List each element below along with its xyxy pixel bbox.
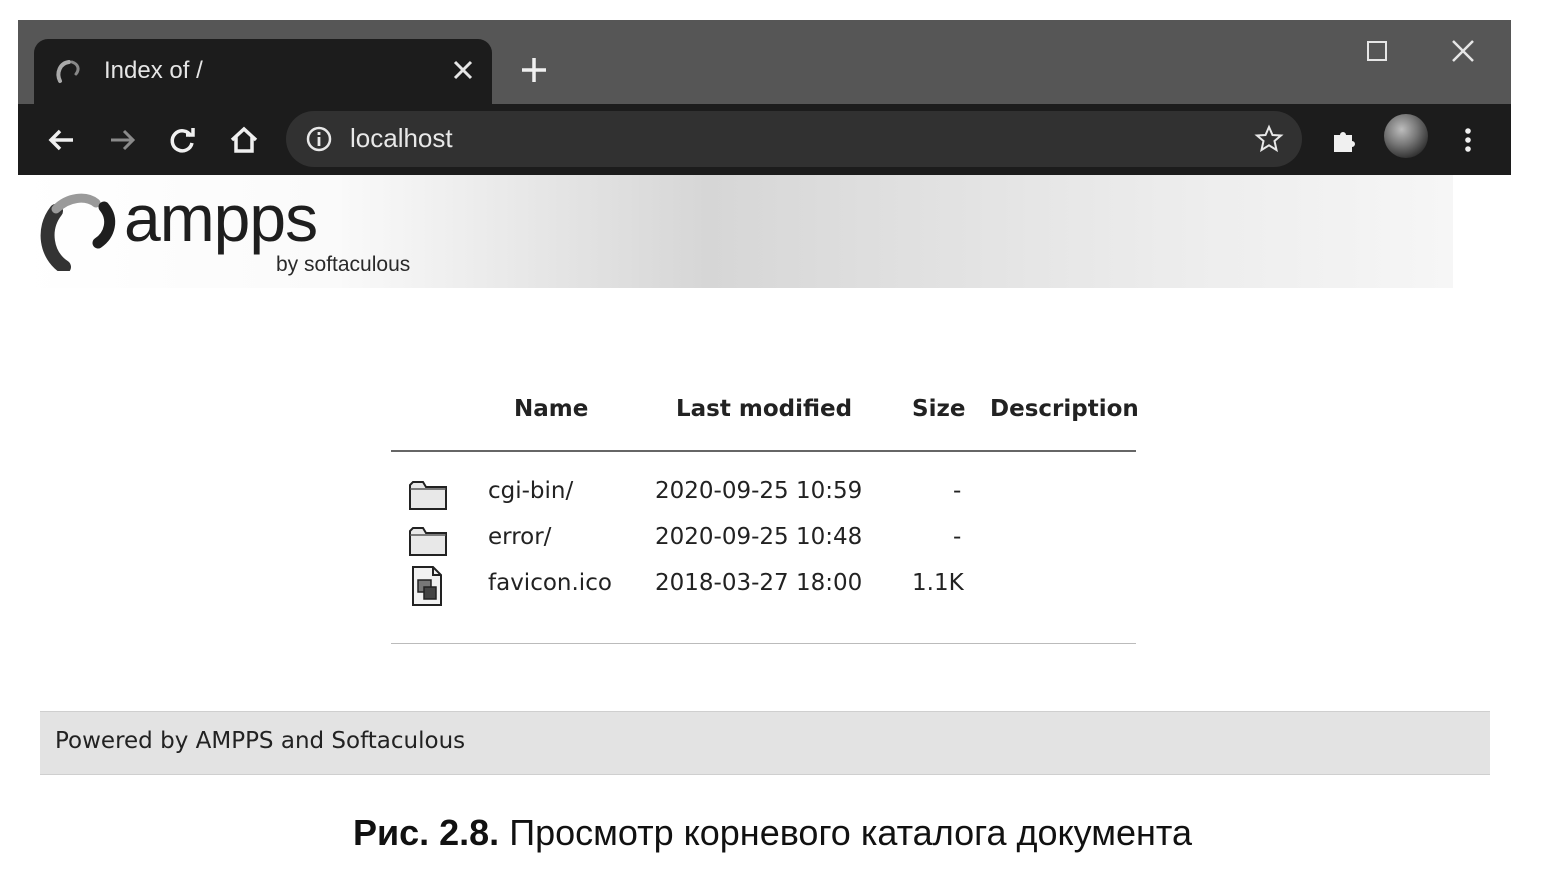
reload-icon[interactable] (166, 124, 198, 156)
header-divider (391, 450, 1136, 452)
logo-subtitle: by softaculous (276, 253, 411, 276)
forward-arrow-icon[interactable] (106, 124, 138, 156)
folder-icon (409, 527, 447, 556)
header-description[interactable]: Description (990, 396, 1139, 422)
caption-text: Просмотр корневого каталога документа (509, 812, 1193, 853)
header-name[interactable]: Name (514, 396, 588, 422)
file-name-link[interactable]: cgi-bin/ (488, 478, 573, 504)
file-name-link[interactable]: favicon.ico (488, 570, 612, 596)
caption-number: Рис. 2.8. (352, 812, 500, 853)
tab-index-of[interactable]: Index of / (34, 39, 492, 104)
page-footer: Powered by AMPPS and Softaculous (40, 711, 1490, 775)
file-name-link[interactable]: error/ (488, 524, 551, 550)
close-icon[interactable] (450, 57, 476, 83)
listing-bottom-divider (391, 643, 1136, 644)
ampps-banner: ampps by softaculous (20, 175, 1453, 288)
home-icon[interactable] (228, 124, 260, 156)
figure-caption: Рис. 2.8. Просмотр корневого каталога до… (0, 812, 1545, 854)
footer-text: Powered by AMPPS and Softaculous (55, 728, 466, 754)
star-icon[interactable] (1254, 124, 1284, 154)
kebab-menu-icon[interactable] (1452, 124, 1484, 156)
image-file-icon (412, 566, 442, 606)
folder-icon (409, 481, 447, 510)
tab-title: Index of / (104, 57, 203, 84)
browser-toolbar: localhost (18, 104, 1511, 175)
back-arrow-icon[interactable] (46, 124, 78, 156)
puzzle-icon[interactable] (1328, 124, 1360, 156)
header-size[interactable]: Size (912, 396, 965, 422)
logo-text: ampps (124, 181, 318, 255)
file-size: - (953, 524, 962, 550)
file-size: - (953, 478, 962, 504)
ampps-logo-icon (40, 193, 116, 271)
table-row: error/ 2020-09-25 10:48 - (391, 518, 1136, 562)
tab-strip: Index of / (18, 20, 1511, 104)
table-row: cgi-bin/ 2020-09-25 10:59 - (391, 472, 1136, 516)
table-row: favicon.ico 2018-03-27 18:00 1.1K (391, 564, 1136, 608)
file-modified: 2018-03-27 18:00 (655, 570, 863, 596)
url-text: localhost (350, 123, 453, 153)
address-bar[interactable]: localhost (286, 111, 1302, 167)
browser-window: Index of / localhost ampps by softaculou… (18, 20, 1511, 778)
file-modified: 2020-09-25 10:59 (655, 478, 863, 504)
header-last-modified[interactable]: Last modified (676, 396, 852, 422)
file-modified: 2020-09-25 10:48 (655, 524, 863, 550)
file-size: 1.1K (912, 570, 964, 596)
plus-icon[interactable] (518, 54, 550, 86)
maximize-icon[interactable] (1366, 40, 1388, 62)
avatar[interactable] (1384, 114, 1428, 158)
window-close-icon[interactable] (1450, 38, 1476, 64)
ampps-swirl-icon (56, 60, 80, 83)
info-icon[interactable] (304, 124, 334, 154)
